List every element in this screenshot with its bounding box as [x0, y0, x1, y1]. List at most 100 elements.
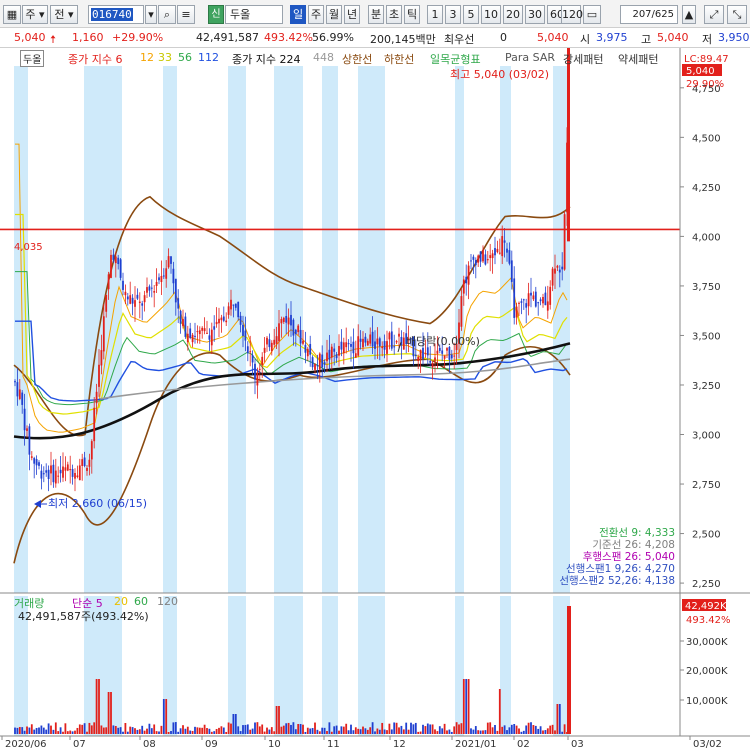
highlight-band [228, 596, 246, 736]
last-volume: 42,492K [685, 601, 727, 612]
candle [206, 332, 208, 334]
volume-bar [407, 729, 410, 734]
lower-band-legend[interactable]: 하한선 [384, 51, 414, 67]
volume-bar [194, 726, 196, 734]
weak-pattern-legend[interactable]: 약세패턴 [618, 51, 658, 67]
stock-name-field[interactable]: 두올 [225, 5, 283, 24]
candle [292, 319, 295, 336]
candle [429, 360, 432, 363]
settings-icon[interactable]: ▭ [583, 5, 601, 24]
candle [398, 333, 400, 337]
ma-legend-448[interactable]: 448 [313, 51, 334, 64]
candle [556, 265, 559, 268]
volume-bar [467, 679, 470, 734]
price-chart[interactable]: 4,7504,5004,2504,0003,7503,5003,2503,000… [0, 30, 750, 750]
period-day[interactable]: 일 [290, 5, 306, 24]
low-annotation: 최저 2,660 (06/15) [48, 497, 147, 510]
volume-bar [126, 731, 129, 734]
volume-bar [174, 722, 177, 734]
ma-legend-112[interactable]: 112 [198, 51, 219, 64]
code-dropdown-icon[interactable]: ▾ [145, 5, 157, 24]
upper-band-legend[interactable]: 상한선 [342, 51, 372, 67]
candle [467, 265, 470, 285]
volume-bar [59, 727, 62, 734]
volume-ma-20[interactable]: 20 [114, 595, 128, 608]
low-label: 저 [702, 33, 713, 46]
expand-icon[interactable]: ⤡ [727, 5, 747, 24]
candle [484, 254, 487, 265]
type-dropdown[interactable]: 주 ▾ [22, 5, 48, 24]
candle [47, 469, 50, 480]
code-input[interactable]: 016740 [88, 5, 144, 24]
strong-pattern-legend[interactable]: 강세패턴 [563, 51, 603, 67]
interval-10[interactable]: 10 [481, 5, 501, 24]
candle [126, 296, 129, 300]
candle [438, 347, 441, 351]
ma-legend-12[interactable]: 12 [140, 51, 154, 64]
volume-bar [225, 731, 228, 734]
sar-legend[interactable]: Para SAR [505, 51, 555, 64]
volume-bar [551, 724, 554, 734]
last-volume-pct: 493.42% [686, 615, 731, 626]
interval-120[interactable]: 120 [561, 5, 583, 24]
volume-bar [244, 724, 247, 734]
volume-bar [98, 679, 100, 734]
period-tick[interactable]: 틱 [404, 5, 420, 24]
candle [280, 318, 283, 324]
volume-bar [431, 724, 434, 734]
candle [314, 363, 316, 370]
ma-legend-33[interactable]: 33 [158, 51, 172, 64]
volume-bar [285, 723, 288, 734]
volume-ma-60[interactable]: 60 [134, 595, 148, 608]
ma-legend-label[interactable]: 종가 지수 6 [68, 51, 122, 67]
candle [246, 346, 249, 354]
time-axis-label: 11 [327, 739, 340, 750]
volume-bar [23, 730, 26, 734]
volume-bar [321, 727, 324, 734]
menu-icon[interactable]: ▦ [3, 5, 21, 24]
candle [527, 293, 530, 307]
market-dropdown[interactable]: 전 ▾ [50, 5, 78, 24]
period-minute[interactable]: 분 [368, 5, 384, 24]
volume-bar [100, 725, 103, 734]
highlight-band [455, 596, 464, 736]
volume-bar [280, 726, 283, 734]
candle [345, 342, 348, 348]
period-month[interactable]: 월 [326, 5, 342, 24]
period-year[interactable]: 년 [344, 5, 360, 24]
candle [222, 316, 225, 321]
candle [105, 295, 108, 312]
interval-3[interactable]: 3 [445, 5, 461, 24]
period-week[interactable]: 주 [308, 5, 324, 24]
price-tick-label: 3,500 [692, 331, 721, 342]
chart-area[interactable]: 4,750 4,500 4,250 4,000 3,750 3,500 3,250 3,000… [0, 30, 750, 750]
candle [338, 345, 340, 356]
volume-bar [148, 723, 151, 734]
current-price: 5,040 [14, 31, 46, 44]
zoom-in-icon[interactable]: ▲ [682, 5, 696, 24]
candle [369, 334, 372, 344]
fit-icon[interactable]: ⤢ [704, 5, 724, 24]
ma-legend-56[interactable]: 56 [178, 51, 192, 64]
candle [309, 343, 312, 355]
volume-bar [441, 728, 444, 734]
candle [81, 459, 84, 466]
volume-ma-120[interactable]: 120 [157, 595, 178, 608]
ichimoku-legend[interactable]: 일목균형표 [430, 51, 481, 67]
interval-5[interactable]: 5 [463, 5, 479, 24]
interval-1[interactable]: 1 [427, 5, 443, 24]
period-second[interactable]: 초 [386, 5, 402, 24]
candle [359, 338, 362, 342]
candle [162, 275, 165, 277]
search-icon[interactable]: ⌕ [158, 5, 176, 24]
volume-bar [52, 729, 55, 734]
code-list-icon[interactable]: ≡ [177, 5, 195, 24]
candle [194, 335, 196, 337]
ma-legend-224[interactable]: 종가 지수 224 [232, 51, 300, 67]
candle [28, 426, 31, 455]
stock-tag[interactable]: 두올 [20, 50, 45, 67]
interval-30[interactable]: 30 [525, 5, 545, 24]
interval-20[interactable]: 20 [503, 5, 523, 24]
candle [537, 302, 540, 304]
volume-bar [422, 724, 424, 734]
